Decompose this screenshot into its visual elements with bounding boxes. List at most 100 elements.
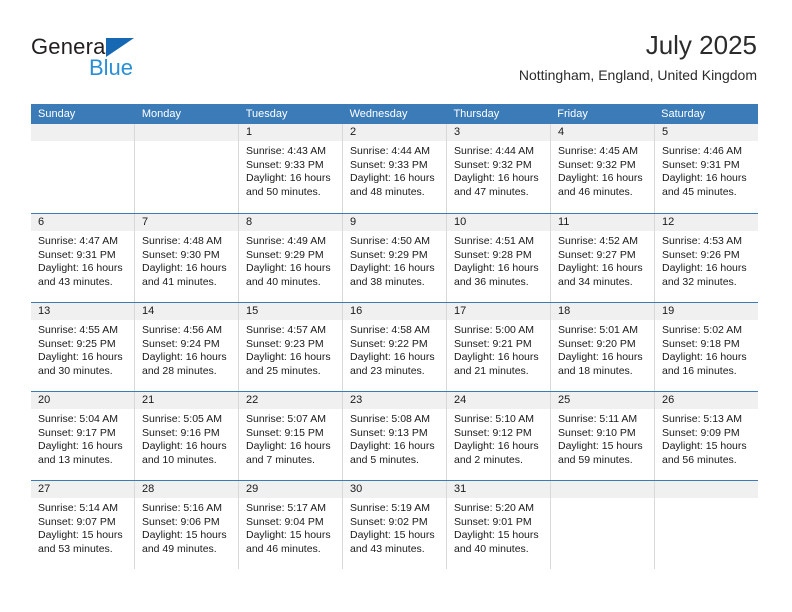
day-detail-line: Daylight: 16 hours — [662, 351, 747, 363]
day-detail-line: Daylight: 16 hours — [454, 172, 539, 184]
calendar-day-cell[interactable]: 27 Sunrise: 5:14 AM Sunset: 9:07 PM Dayligh… — [31, 481, 134, 569]
day-number: 25 — [551, 392, 654, 409]
calendar-day-cell[interactable]: 22 Sunrise: 5:07 AM Sunset: 9:15 PM Dayligh… — [238, 392, 342, 480]
calendar-day-cell[interactable]: 3 Sunrise: 4:44 AM Sunset: 9:32 PM Daylight… — [446, 124, 550, 213]
calendar-day-cell[interactable]: 24 Sunrise: 5:10 AM Sunset: 9:12 PM Dayligh… — [446, 392, 550, 480]
day-number: 18 — [551, 303, 654, 320]
day-number: 20 — [31, 392, 134, 409]
day-detail-line: Sunset: 9:22 PM — [350, 337, 428, 350]
day-detail-line: and 45 minutes. — [662, 185, 737, 198]
calendar-day-cell[interactable]: 18 Sunrise: 5:01 AM Sunset: 9:20 PM Dayligh… — [550, 303, 654, 391]
day-detail-line: Daylight: 16 hours — [142, 262, 227, 274]
day-detail-line: Daylight: 15 hours — [246, 529, 331, 541]
calendar-day-cell[interactable]: 2 Sunrise: 4:44 AM Sunset: 9:33 PM Daylight… — [342, 124, 446, 213]
day-detail-line: Sunrise: 4:45 AM — [558, 145, 638, 157]
day-detail-line: Sunrise: 5:17 AM — [246, 502, 326, 514]
day-detail-line: Daylight: 15 hours — [142, 529, 227, 541]
calendar-day-cell[interactable]: 29 Sunrise: 5:17 AM Sunset: 9:04 PM Dayligh… — [238, 481, 342, 569]
weekday-header-saturday: Saturday — [661, 108, 706, 120]
day-detail-line: Sunset: 9:10 PM — [558, 426, 636, 439]
calendar-day-cell[interactable]: 4 Sunrise: 4:45 AM Sunset: 9:32 PM Daylight… — [550, 124, 654, 213]
day-detail-line: and 49 minutes. — [142, 542, 217, 555]
day-number: 29 — [239, 481, 342, 498]
day-number: 12 — [655, 214, 758, 231]
day-number: 21 — [135, 392, 238, 409]
calendar-day-cell[interactable]: 31 Sunrise: 5:20 AM Sunset: 9:01 PM Dayligh… — [446, 481, 550, 569]
day-sun-details: Sunrise: 4:58 AM Sunset: 9:22 PM Daylight:… — [343, 320, 446, 378]
day-detail-line: Daylight: 16 hours — [38, 440, 123, 452]
day-detail-line: Sunset: 9:01 PM — [454, 515, 532, 528]
page-title: July 2025 — [645, 30, 757, 60]
calendar-day-cell[interactable]: 23 Sunrise: 5:08 AM Sunset: 9:13 PM Dayligh… — [342, 392, 446, 480]
calendar-day-cell[interactable]: 8 Sunrise: 4:49 AM Sunset: 9:29 PM Daylight… — [238, 214, 342, 302]
day-detail-line: Sunrise: 5:16 AM — [142, 502, 222, 514]
calendar-day-cell[interactable]: 16 Sunrise: 4:58 AM Sunset: 9:22 PM Dayligh… — [342, 303, 446, 391]
day-number — [135, 124, 238, 141]
title-block: July 2025 Nottingham, England, United Ki… — [519, 28, 757, 86]
day-detail-line: Daylight: 16 hours — [558, 351, 643, 363]
calendar-day-cell[interactable]: 6 Sunrise: 4:47 AM Sunset: 9:31 PM Daylight… — [31, 214, 134, 302]
calendar-day-cell[interactable]: 21 Sunrise: 5:05 AM Sunset: 9:16 PM Dayligh… — [134, 392, 238, 480]
day-number — [551, 481, 654, 498]
calendar-day-cell[interactable]: 12 Sunrise: 4:53 AM Sunset: 9:26 PM Dayligh… — [654, 214, 758, 302]
day-detail-line: Daylight: 16 hours — [350, 440, 435, 452]
day-detail-line: and 34 minutes. — [558, 275, 633, 288]
page-header: General Blue July 2025 Nottingham, Engla… — [31, 28, 757, 98]
day-number: 13 — [31, 303, 134, 320]
day-sun-details: Sunrise: 5:17 AM Sunset: 9:04 PM Daylight:… — [239, 498, 342, 556]
day-detail-line: and 16 minutes. — [662, 364, 737, 377]
calendar-day-cell[interactable]: 19 Sunrise: 5:02 AM Sunset: 9:18 PM Dayligh… — [654, 303, 758, 391]
day-detail-line: and 40 minutes. — [246, 275, 321, 288]
day-sun-details: Sunrise: 4:49 AM Sunset: 9:29 PM Daylight:… — [239, 231, 342, 289]
day-detail-line: Daylight: 15 hours — [38, 529, 123, 541]
calendar-day-cell[interactable]: 26 Sunrise: 5:13 AM Sunset: 9:09 PM Dayligh… — [654, 392, 758, 480]
day-detail-line: and 25 minutes. — [246, 364, 321, 377]
day-detail-line: Daylight: 16 hours — [246, 351, 331, 363]
calendar-day-cell[interactable]: 15 Sunrise: 4:57 AM Sunset: 9:23 PM Dayligh… — [238, 303, 342, 391]
calendar-page: General Blue July 2025 Nottingham, Engla… — [0, 0, 792, 612]
day-detail-line: Sunset: 9:07 PM — [38, 515, 116, 528]
day-detail-line: Sunrise: 4:43 AM — [246, 145, 326, 157]
day-detail-line: Daylight: 16 hours — [662, 172, 747, 184]
weekday-header-friday: Friday — [557, 108, 588, 120]
day-detail-line: Sunset: 9:20 PM — [558, 337, 636, 350]
day-detail-line: Daylight: 16 hours — [246, 440, 331, 452]
day-detail-line: Daylight: 15 hours — [558, 440, 643, 452]
day-sun-details: Sunrise: 5:20 AM Sunset: 9:01 PM Daylight:… — [447, 498, 550, 556]
calendar-day-cell[interactable]: 28 Sunrise: 5:16 AM Sunset: 9:06 PM Dayligh… — [134, 481, 238, 569]
day-detail-line: Daylight: 16 hours — [246, 262, 331, 274]
calendar-day-cell[interactable]: 17 Sunrise: 5:00 AM Sunset: 9:21 PM Dayligh… — [446, 303, 550, 391]
day-sun-details: Sunrise: 4:47 AM Sunset: 9:31 PM Daylight:… — [31, 231, 134, 289]
day-sun-details: Sunrise: 5:04 AM Sunset: 9:17 PM Daylight:… — [31, 409, 134, 467]
calendar-day-cell[interactable]: 14 Sunrise: 4:56 AM Sunset: 9:24 PM Dayligh… — [134, 303, 238, 391]
day-detail-line: and 13 minutes. — [38, 453, 113, 466]
calendar-day-cell[interactable]: 7 Sunrise: 4:48 AM Sunset: 9:30 PM Daylight… — [134, 214, 238, 302]
calendar-day-cell[interactable]: 25 Sunrise: 5:11 AM Sunset: 9:10 PM Dayligh… — [550, 392, 654, 480]
day-number: 17 — [447, 303, 550, 320]
calendar-day-cell[interactable]: 13 Sunrise: 4:55 AM Sunset: 9:25 PM Dayligh… — [31, 303, 134, 391]
day-detail-line: Sunset: 9:16 PM — [142, 426, 220, 439]
calendar-week-row: 1 Sunrise: 4:43 AM Sunset: 9:33 PM Daylight… — [31, 124, 758, 213]
day-detail-line: Sunrise: 4:57 AM — [246, 324, 326, 336]
day-number: 26 — [655, 392, 758, 409]
day-detail-line: and 50 minutes. — [246, 185, 321, 198]
day-number: 19 — [655, 303, 758, 320]
calendar-day-cell[interactable]: 1 Sunrise: 4:43 AM Sunset: 9:33 PM Daylight… — [238, 124, 342, 213]
calendar-day-cell[interactable]: 20 Sunrise: 5:04 AM Sunset: 9:17 PM Dayligh… — [31, 392, 134, 480]
calendar-day-cell[interactable]: 5 Sunrise: 4:46 AM Sunset: 9:31 PM Daylight… — [654, 124, 758, 213]
day-detail-line: and 46 minutes. — [246, 542, 321, 555]
calendar-day-cell[interactable]: 10 Sunrise: 4:51 AM Sunset: 9:28 PM Dayligh… — [446, 214, 550, 302]
day-detail-line: Sunset: 9:27 PM — [558, 248, 636, 261]
calendar-day-cell[interactable]: 30 Sunrise: 5:19 AM Sunset: 9:02 PM Dayligh… — [342, 481, 446, 569]
day-detail-line: and 53 minutes. — [38, 542, 113, 555]
day-detail-line: and 47 minutes. — [454, 185, 529, 198]
day-detail-line: Sunrise: 4:52 AM — [558, 235, 638, 247]
day-detail-line: Sunset: 9:04 PM — [246, 515, 324, 528]
calendar-day-cell[interactable]: 11 Sunrise: 4:52 AM Sunset: 9:27 PM Dayligh… — [550, 214, 654, 302]
day-detail-line: and 41 minutes. — [142, 275, 217, 288]
calendar-day-cell[interactable]: 9 Sunrise: 4:50 AM Sunset: 9:29 PM Daylight… — [342, 214, 446, 302]
day-sun-details: Sunrise: 4:51 AM Sunset: 9:28 PM Daylight:… — [447, 231, 550, 289]
day-number: 24 — [447, 392, 550, 409]
day-sun-details: Sunrise: 4:46 AM Sunset: 9:31 PM Daylight:… — [655, 141, 758, 199]
day-sun-details: Sunrise: 5:01 AM Sunset: 9:20 PM Daylight:… — [551, 320, 654, 378]
